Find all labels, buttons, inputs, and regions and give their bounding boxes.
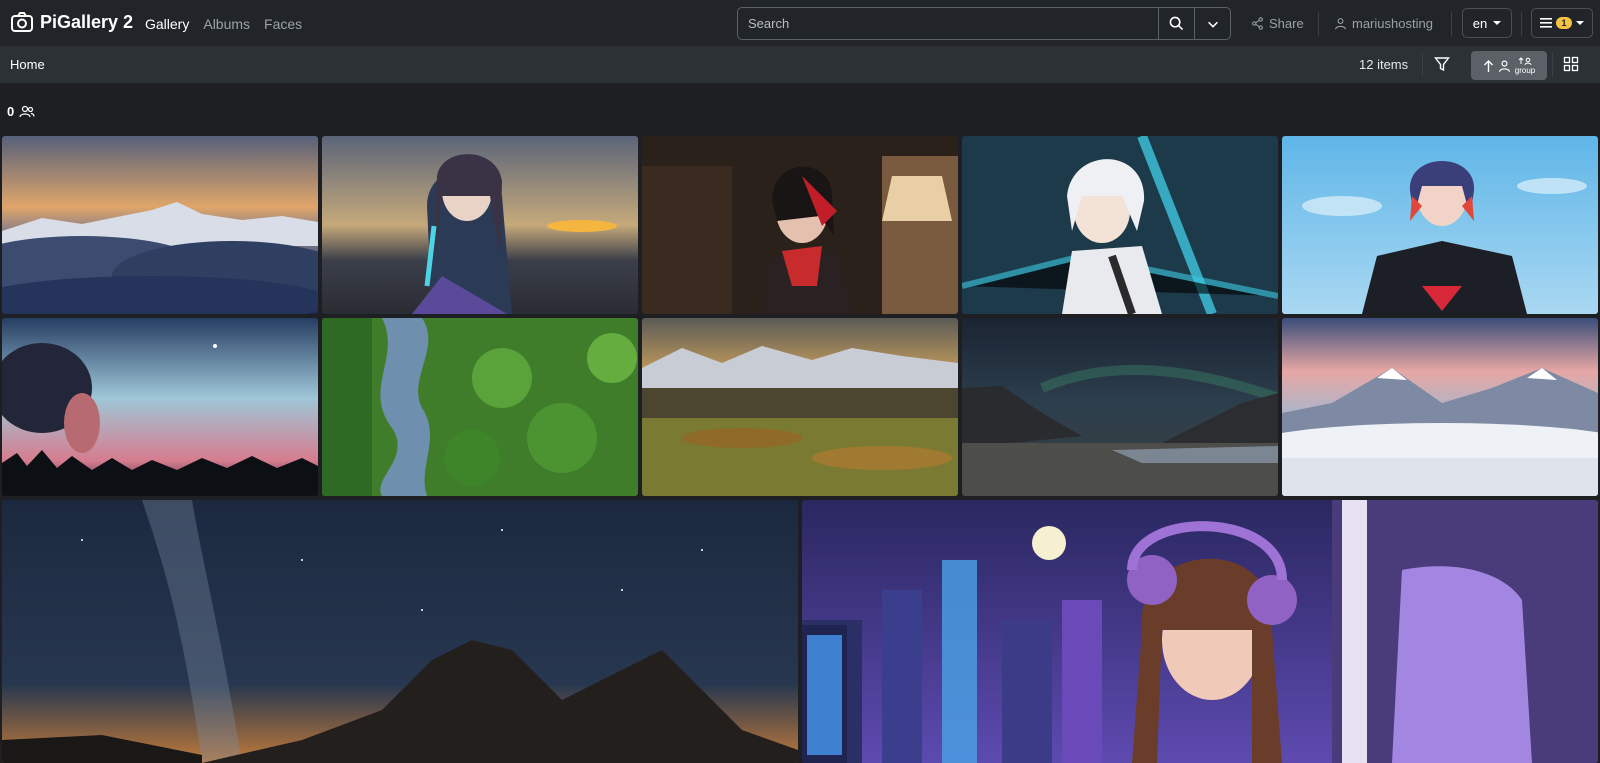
- breadcrumb-bar: Home 12 items group: [0, 47, 1600, 83]
- user-icon: [1335, 18, 1346, 30]
- faces-count: 0: [7, 104, 15, 119]
- photo-image: [1282, 318, 1598, 496]
- photo-image: [2, 136, 318, 314]
- nav-gallery[interactable]: Gallery: [145, 16, 189, 32]
- photo-mountain-valley[interactable]: [642, 318, 958, 496]
- photo-anime-red-scarf[interactable]: [642, 136, 958, 314]
- photo-image: [2, 318, 318, 496]
- item-count: 12 items: [1359, 57, 1409, 72]
- photo-image: [1282, 136, 1598, 314]
- photo-image: [642, 318, 958, 496]
- photo-anime-white-hair[interactable]: [962, 136, 1278, 314]
- photo-aerial-forest-river[interactable]: [322, 318, 638, 496]
- photo-image: [642, 136, 958, 314]
- search-options-button[interactable]: [1194, 8, 1230, 39]
- caret-down-icon: [1575, 21, 1584, 25]
- grid-icon: [1563, 56, 1579, 72]
- photo-supergirl-art[interactable]: [1282, 136, 1598, 314]
- photo-image: [802, 500, 1598, 763]
- divider: [1422, 53, 1423, 77]
- photo-image: [322, 318, 638, 496]
- group-indicator: group: [1514, 56, 1536, 75]
- arrow-up-icon: [1483, 59, 1493, 72]
- photo-lofi-headphones-girl[interactable]: [802, 500, 1598, 763]
- grid-view-button[interactable]: [1563, 56, 1579, 77]
- person-icon: [1498, 60, 1510, 72]
- faces-summary[interactable]: 0: [7, 104, 35, 119]
- photo-clouds-mountains[interactable]: [2, 136, 318, 314]
- divider: [1521, 12, 1522, 36]
- language-label: en: [1472, 15, 1488, 31]
- filter-icon: [1434, 57, 1450, 72]
- people-icon: [19, 105, 35, 117]
- group-sort-icon: [1518, 56, 1532, 65]
- camera-logo-icon: [11, 12, 33, 32]
- hamburger-icon: [1540, 18, 1553, 28]
- divider: [1451, 12, 1452, 36]
- divider: [1552, 53, 1553, 77]
- photo-image: [962, 136, 1278, 314]
- settings-menu-button[interactable]: 1: [1531, 8, 1593, 38]
- nav-albums[interactable]: Albums: [203, 16, 250, 32]
- share-button[interactable]: Share: [1251, 16, 1304, 31]
- caret-down-icon: [1493, 21, 1502, 25]
- search-box: [737, 7, 1231, 40]
- photo-image: [962, 318, 1278, 496]
- divider: [1318, 12, 1319, 36]
- share-icon: [1252, 17, 1263, 30]
- search-input[interactable]: [738, 8, 1158, 39]
- user-menu[interactable]: mariushosting: [1334, 16, 1433, 31]
- breadcrumb-home[interactable]: Home: [10, 57, 45, 72]
- photo-snowy-peaks[interactable]: [1282, 318, 1598, 496]
- photo-image: [2, 500, 798, 763]
- app-title: PiGallery 2: [40, 11, 134, 32]
- language-select[interactable]: en: [1462, 8, 1512, 38]
- photo-image: [322, 136, 638, 314]
- brand[interactable]: PiGallery 2: [10, 10, 133, 34]
- photo-milky-way-rocks[interactable]: [2, 500, 798, 763]
- photo-night-sky-trees[interactable]: [2, 318, 318, 496]
- share-label: Share: [1269, 16, 1304, 31]
- sort-group-button[interactable]: group: [1471, 51, 1547, 80]
- photo-anime-girl-sunset[interactable]: [322, 136, 638, 314]
- notification-badge: 1: [1556, 17, 1572, 29]
- chevron-down-icon: [1207, 21, 1218, 28]
- nav-faces[interactable]: Faces: [264, 16, 302, 32]
- photo-aurora-lake[interactable]: [962, 318, 1278, 496]
- filter-button[interactable]: [1434, 56, 1450, 77]
- search-icon: [1169, 16, 1184, 31]
- username: mariushosting: [1352, 16, 1433, 31]
- main-nav: Gallery Albums Faces: [145, 16, 302, 32]
- group-label: group: [1514, 65, 1536, 75]
- top-navbar: PiGallery 2 Gallery Albums Faces Share m…: [0, 0, 1600, 47]
- search-button[interactable]: [1158, 8, 1194, 39]
